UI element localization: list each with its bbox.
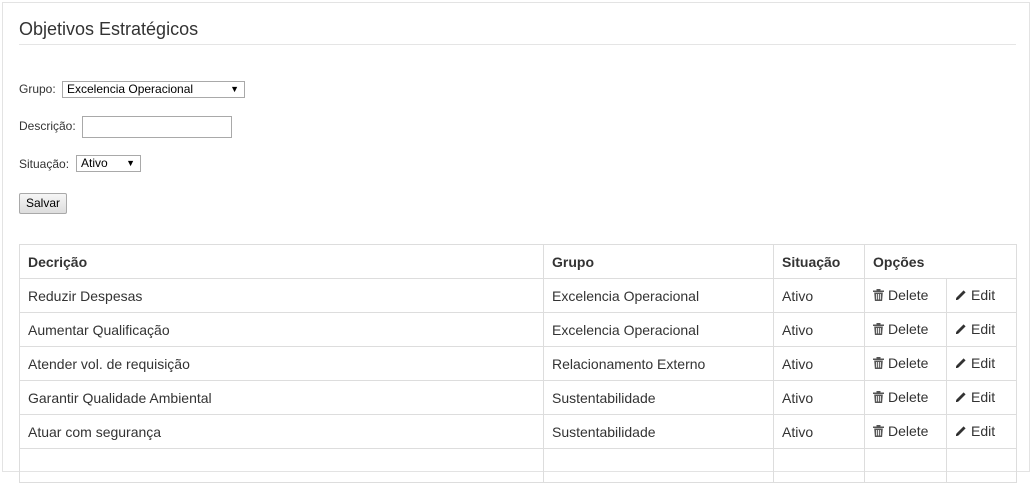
header-opcoes: Opções — [863, 244, 1018, 279]
delete-label: Delete — [888, 287, 929, 303]
dropdown-arrow-icon: ▼ — [230, 84, 239, 94]
edit-label: Edit — [971, 389, 996, 405]
trash-icon — [873, 425, 884, 437]
delete-button[interactable]: Delete — [873, 287, 928, 303]
dropdown-arrow-icon: ▼ — [126, 158, 135, 168]
edit-button[interactable]: Edit — [955, 355, 995, 371]
cell-descricao: Reduzir Despesas — [19, 278, 544, 313]
header-descricao[interactable]: Decrição — [19, 244, 544, 279]
delete-button[interactable]: Delete — [873, 389, 928, 405]
cell-delete: Delete — [864, 278, 947, 313]
title-divider — [19, 44, 1016, 45]
table-row: Atuar com segurança Sustentabilidade Ativo… — [19, 414, 1018, 449]
cell-situacao: Ativo — [773, 312, 865, 347]
cell-delete: Delete — [864, 312, 947, 347]
edit-button[interactable]: Edit — [955, 287, 995, 303]
edit-label: Edit — [971, 423, 996, 439]
cell-edit: Edit — [945, 380, 1018, 415]
pencil-icon — [955, 425, 967, 437]
cell-delete: Delete — [864, 380, 947, 415]
edit-label: Edit — [971, 355, 996, 371]
cell-delete: Delete — [864, 346, 947, 381]
pencil-icon — [955, 391, 967, 403]
cell-grupo: Sustentabilidade — [543, 414, 774, 449]
situacao-select-value: Ativo — [81, 156, 108, 170]
pencil-icon — [955, 323, 967, 335]
cell-situacao: Ativo — [773, 278, 865, 313]
objectives-table: Decrição Grupo Situação Opções Reduzir D… — [19, 244, 1018, 483]
table-body: Reduzir Despesas Excelencia Operacional At… — [19, 278, 1018, 483]
cell-situacao: Ativo — [773, 346, 865, 381]
delete-label: Delete — [888, 355, 929, 371]
edit-button[interactable]: Edit — [955, 321, 995, 337]
cell-descricao: Atender vol. de requisição — [19, 346, 544, 381]
cell-delete — [864, 448, 947, 483]
cell-descricao — [19, 448, 544, 483]
edit-label: Edit — [971, 287, 996, 303]
grupo-select[interactable]: Excelencia Operacional ▼ — [62, 81, 245, 98]
pencil-icon — [955, 357, 967, 369]
delete-label: Delete — [888, 321, 929, 337]
cell-edit: Edit — [945, 312, 1018, 347]
delete-label: Delete — [888, 389, 929, 405]
delete-button[interactable]: Delete — [873, 321, 928, 337]
descricao-input[interactable] — [82, 116, 232, 138]
grupo-select-value: Excelencia Operacional — [67, 82, 194, 96]
table-row: Reduzir Despesas Excelencia Operacional At… — [19, 278, 1018, 313]
cell-delete: Delete — [864, 414, 947, 449]
edit-button[interactable]: Edit — [955, 389, 995, 405]
cell-situacao: Ativo — [773, 380, 865, 415]
table-row: Atender vol. de requisição Relacionamento… — [19, 346, 1018, 381]
cell-descricao: Garantir Qualidade Ambiental — [19, 380, 544, 415]
save-button[interactable]: Salvar — [19, 193, 67, 214]
cell-grupo — [543, 448, 774, 483]
cell-descricao: Atuar com segurança — [19, 414, 544, 449]
trash-icon — [873, 391, 884, 403]
trash-icon — [873, 289, 884, 301]
cell-edit: Edit — [945, 346, 1018, 381]
cell-grupo: Excelencia Operacional — [543, 278, 774, 313]
cell-edit: Edit — [945, 414, 1018, 449]
delete-label: Delete — [888, 423, 929, 439]
situacao-label: Situação: — [19, 157, 70, 171]
situacao-select[interactable]: Ativo ▼ — [76, 155, 141, 172]
grupo-label: Grupo: — [19, 82, 56, 96]
delete-button[interactable]: Delete — [873, 423, 928, 439]
edit-label: Edit — [971, 321, 996, 337]
trash-icon — [873, 323, 884, 335]
table-row: Aumentar Qualificação Excelencia Operacio… — [19, 312, 1018, 347]
header-situacao[interactable]: Situação — [773, 244, 865, 279]
table-row: Garantir Qualidade Ambiental Sustentabili… — [19, 380, 1018, 415]
cell-situacao — [773, 448, 865, 483]
descricao-label: Descrição: — [19, 119, 76, 133]
cell-grupo: Relacionamento Externo — [543, 346, 774, 381]
page-title: Objetivos Estratégicos — [19, 19, 199, 39]
cell-situacao: Ativo — [773, 414, 865, 449]
trash-icon — [873, 357, 884, 369]
main-panel: Objetivos Estratégicos Grupo: Excelencia… — [2, 2, 1030, 483]
delete-button[interactable]: Delete — [873, 355, 928, 371]
cell-grupo: Sustentabilidade — [543, 380, 774, 415]
table-header-row: Decrição Grupo Situação Opções — [19, 244, 1018, 279]
cell-edit: Edit — [945, 278, 1018, 313]
pencil-icon — [955, 289, 967, 301]
edit-button[interactable]: Edit — [955, 423, 995, 439]
table-row — [19, 448, 1018, 483]
cell-grupo: Excelencia Operacional — [543, 312, 774, 347]
cell-descricao: Aumentar Qualificação — [19, 312, 544, 347]
header-grupo[interactable]: Grupo — [543, 244, 774, 279]
cell-edit — [945, 448, 1018, 483]
